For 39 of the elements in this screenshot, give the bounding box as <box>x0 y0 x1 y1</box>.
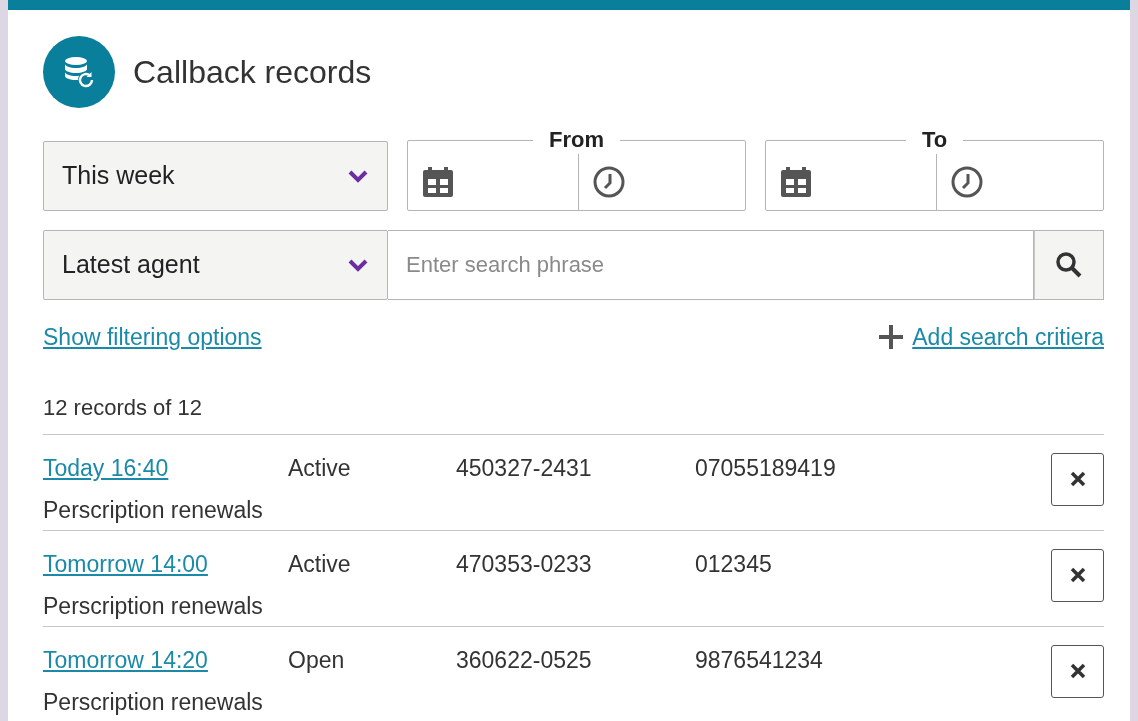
topic-text: Perscription renewals <box>43 688 264 717</box>
callback-time-link[interactable]: Tomorrow 14:00 <box>43 546 288 581</box>
callback-time-link[interactable]: Tomorrow 14:20 <box>43 642 288 677</box>
topic-text: Perscription renewals <box>43 496 264 525</box>
clock-icon <box>951 166 983 198</box>
filter-options-link[interactable]: Show filtering options <box>43 320 262 355</box>
field-label: From <box>548 126 605 154</box>
search-button[interactable] <box>1034 230 1104 300</box>
chevron-icon <box>347 169 369 183</box>
page-title: Callback records <box>133 53 372 92</box>
status-text: Active <box>288 453 352 483</box>
close-icon <box>1069 471 1086 487</box>
record-count: 12 records of 12 <box>43 393 203 422</box>
agent-select[interactable]: Latest agent <box>43 230 388 300</box>
period-select[interactable]: This week <box>43 141 388 211</box>
close-icon <box>1069 567 1086 583</box>
remove-button[interactable] <box>1051 548 1104 602</box>
callback-time-link[interactable]: Today 16:40 <box>43 450 288 485</box>
status-text: Open <box>288 645 346 675</box>
calendar-icon <box>780 166 812 198</box>
remove-button[interactable] <box>1051 452 1104 506</box>
chevron-icon <box>347 258 369 272</box>
calendar-icon <box>422 166 454 198</box>
id-number: 360622-0525 <box>456 645 593 675</box>
remove-button[interactable] <box>1051 644 1104 698</box>
topic-text: Perscription renewals <box>43 592 264 621</box>
phone-number: 012345 <box>695 549 772 579</box>
phone-number: 9876541234 <box>695 645 823 675</box>
add-criteria-link[interactable]: Add search critiera <box>912 320 1104 355</box>
id-number: 450327-2431 <box>456 453 593 483</box>
clock-icon <box>593 166 625 198</box>
plus-icon <box>878 324 905 351</box>
id-number: 470353-0233 <box>456 549 593 579</box>
field-label: To <box>920 126 949 154</box>
search-field[interactable]: Enter search phrase <box>388 230 1034 300</box>
search-icon <box>1055 251 1083 279</box>
phone-number: 07055189419 <box>695 453 836 483</box>
close-icon <box>1069 663 1086 679</box>
status-text: Active <box>288 549 352 579</box>
